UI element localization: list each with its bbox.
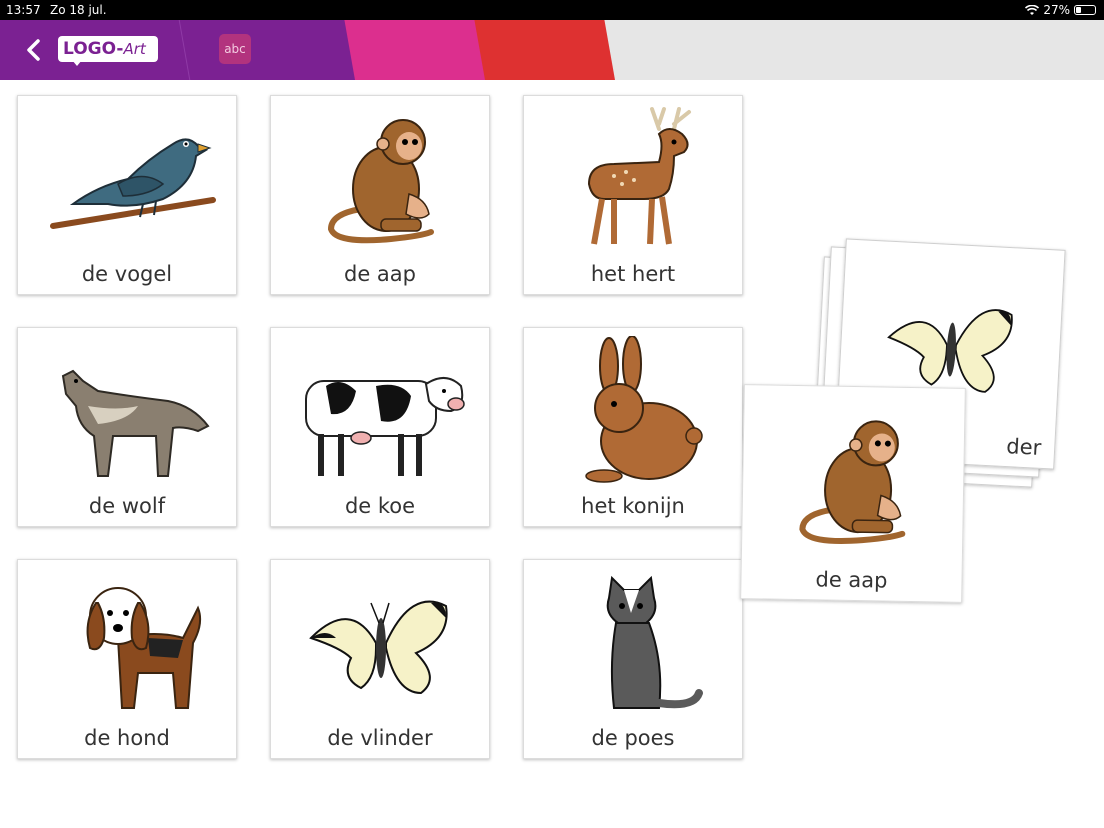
- logo-speech-tail: [72, 60, 82, 66]
- card-de-koe[interactable]: de koe: [270, 327, 490, 527]
- cow-icon: [305, 377, 465, 476]
- deer-icon: [587, 107, 691, 245]
- card-het-hert[interactable]: het hert: [523, 95, 743, 295]
- card-label: de vlinder: [327, 726, 433, 750]
- card-de-vlinder[interactable]: de vlinder: [270, 559, 490, 759]
- battery-percent: 27%: [1043, 3, 1070, 17]
- status-time: 13:57: [6, 3, 41, 17]
- status-date: Zo 18 jul.: [50, 3, 107, 17]
- back-button[interactable]: [20, 36, 46, 64]
- dragged-card-de-aap[interactable]: de aap: [740, 384, 966, 603]
- card-label: het konijn: [581, 494, 685, 518]
- monkey-icon: [327, 119, 434, 244]
- card-label: de aap: [344, 262, 416, 286]
- card-label: de koe: [344, 494, 416, 518]
- card-label: het hert: [590, 262, 676, 286]
- card-label: de wolf: [88, 494, 166, 518]
- app-logo: LOGO-Art: [58, 36, 158, 62]
- cat-icon: [606, 575, 703, 709]
- dog-icon: [86, 587, 202, 709]
- card-label: de vogel: [81, 262, 173, 286]
- wifi-icon: [1025, 4, 1040, 15]
- card-de-poes[interactable]: de poes: [523, 559, 743, 759]
- logo-art-text: Art: [123, 40, 146, 58]
- card-label: de hond: [84, 726, 170, 750]
- header-segment-red: [474, 20, 615, 80]
- monkey-icon: [799, 420, 906, 545]
- card-label: de aap: [815, 567, 888, 593]
- app-header: LOGO-Art abc: [0, 20, 1104, 80]
- rabbit-icon: [585, 336, 703, 483]
- wolf-icon: [61, 369, 210, 477]
- card-de-aap[interactable]: de aap: [270, 95, 490, 295]
- card-de-vogel[interactable]: de vogel: [17, 95, 237, 295]
- abc-button[interactable]: abc: [219, 34, 251, 64]
- card-de-hond[interactable]: de hond: [17, 559, 237, 759]
- battery-icon: [1074, 5, 1096, 15]
- battery-level: [1076, 7, 1081, 13]
- bird-icon: [50, 138, 216, 229]
- status-right: 27%: [1025, 3, 1096, 17]
- status-bar: 13:57 Zo 18 jul. 27%: [0, 0, 1104, 20]
- logo-text: LOGO-: [63, 39, 124, 59]
- card-het-konijn[interactable]: het konijn: [523, 327, 743, 527]
- card-label: de poes: [591, 726, 675, 750]
- card-de-wolf[interactable]: de wolf: [17, 327, 237, 527]
- butterfly-icon: [309, 600, 448, 695]
- chevron-left-icon: [27, 39, 40, 61]
- header-segment-purple: [0, 20, 372, 80]
